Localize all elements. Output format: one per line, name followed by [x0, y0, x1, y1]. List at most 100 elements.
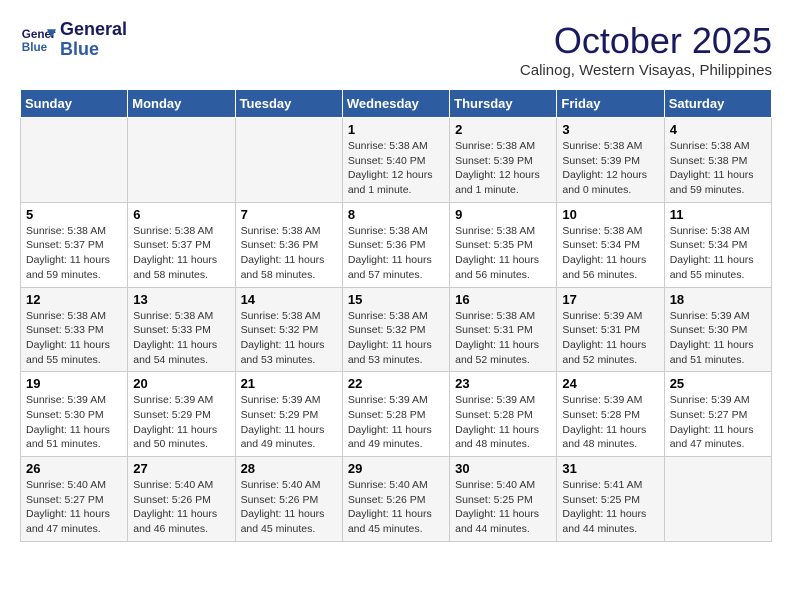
week-row-3: 12 Sunrise: 5:38 AM Sunset: 5:33 PM Dayli…: [21, 287, 772, 372]
day-number: 20: [133, 376, 229, 391]
weekday-header-monday: Monday: [128, 90, 235, 118]
calendar-cell: 1Sunrise: 5:38 AM Sunset: 5:40 PM Daylig…: [342, 118, 449, 203]
day-number: 15: [348, 292, 444, 307]
logo: General Blue General Blue: [20, 20, 127, 60]
day-info: Sunrise: 5:39 AM Sunset: 5:27 PM Dayligh…: [670, 393, 766, 452]
day-info: Sunrise: 5:38 AM Sunset: 5:32 PM Dayligh…: [241, 309, 337, 368]
day-info: Sunrise: 5:38 AM Sunset: 5:39 PM Dayligh…: [562, 139, 658, 198]
day-number: 22: [348, 376, 444, 391]
weekday-header-saturday: Saturday: [664, 90, 771, 118]
day-number: 21: [241, 376, 337, 391]
day-number: 8: [348, 207, 444, 222]
day-number: 25: [670, 376, 766, 391]
calendar-cell: 24 Sunrise: 5:39 AM Sunset: 5:28 PM Dayli…: [557, 372, 664, 457]
calendar-table: SundayMondayTuesdayWednesdayThursdayFrid…: [20, 89, 772, 542]
day-number: 19: [26, 376, 122, 391]
calendar-cell: 25 Sunrise: 5:39 AM Sunset: 5:27 PM Dayli…: [664, 372, 771, 457]
day-info: Sunrise: 5:40 AM Sunset: 5:25 PM Dayligh…: [455, 478, 551, 537]
logo-line1: General: [60, 19, 127, 39]
day-number: 23: [455, 376, 551, 391]
day-number: 5: [26, 207, 122, 222]
day-info: Sunrise: 5:40 AM Sunset: 5:26 PM Dayligh…: [241, 478, 337, 537]
calendar-cell: 9Sunrise: 5:38 AM Sunset: 5:35 PM Daylig…: [450, 202, 557, 287]
day-info: Sunrise: 5:38 AM Sunset: 5:37 PM Dayligh…: [133, 224, 229, 283]
weekday-header-sunday: Sunday: [21, 90, 128, 118]
day-number: 4: [670, 122, 766, 137]
day-info: Sunrise: 5:40 AM Sunset: 5:26 PM Dayligh…: [133, 478, 229, 537]
logo-text: General Blue: [60, 20, 127, 60]
calendar-cell: 27 Sunrise: 5:40 AM Sunset: 5:26 PM Dayli…: [128, 457, 235, 542]
day-number: 12: [26, 292, 122, 307]
calendar-cell: [235, 118, 342, 203]
week-row-1: 1Sunrise: 5:38 AM Sunset: 5:40 PM Daylig…: [21, 118, 772, 203]
title-area: October 2025 Calinog, Western Visayas, P…: [520, 20, 772, 79]
day-info: Sunrise: 5:38 AM Sunset: 5:36 PM Dayligh…: [241, 224, 337, 283]
calendar-cell: 16 Sunrise: 5:38 AM Sunset: 5:31 PM Dayli…: [450, 287, 557, 372]
calendar-cell: 2 Sunrise: 5:38 AM Sunset: 5:39 PM Daylig…: [450, 118, 557, 203]
logo-icon: General Blue: [20, 22, 56, 58]
header: General Blue General Blue October 2025 C…: [20, 20, 772, 79]
day-info: Sunrise: 5:39 AM Sunset: 5:28 PM Dayligh…: [455, 393, 551, 452]
weekday-header-tuesday: Tuesday: [235, 90, 342, 118]
day-info: Sunrise: 5:38 AM Sunset: 5:40 PM Dayligh…: [348, 139, 444, 198]
week-row-5: 26 Sunrise: 5:40 AM Sunset: 5:27 PM Dayli…: [21, 457, 772, 542]
day-info: Sunrise: 5:38 AM Sunset: 5:34 PM Dayligh…: [670, 224, 766, 283]
day-info: Sunrise: 5:39 AM Sunset: 5:28 PM Dayligh…: [348, 393, 444, 452]
day-number: 6: [133, 207, 229, 222]
day-number: 10: [562, 207, 658, 222]
day-info: Sunrise: 5:41 AM Sunset: 5:25 PM Dayligh…: [562, 478, 658, 537]
day-number: 27: [133, 461, 229, 476]
calendar-cell: 8Sunrise: 5:38 AM Sunset: 5:36 PM Daylig…: [342, 202, 449, 287]
day-info: Sunrise: 5:38 AM Sunset: 5:31 PM Dayligh…: [455, 309, 551, 368]
day-info: Sunrise: 5:39 AM Sunset: 5:29 PM Dayligh…: [241, 393, 337, 452]
day-info: Sunrise: 5:39 AM Sunset: 5:31 PM Dayligh…: [562, 309, 658, 368]
calendar-cell: 15Sunrise: 5:38 AM Sunset: 5:32 PM Dayli…: [342, 287, 449, 372]
day-number: 24: [562, 376, 658, 391]
day-number: 17: [562, 292, 658, 307]
calendar-cell: 28Sunrise: 5:40 AM Sunset: 5:26 PM Dayli…: [235, 457, 342, 542]
day-info: Sunrise: 5:38 AM Sunset: 5:34 PM Dayligh…: [562, 224, 658, 283]
calendar-cell: 21 Sunrise: 5:39 AM Sunset: 5:29 PM Dayli…: [235, 372, 342, 457]
calendar-cell: 7 Sunrise: 5:38 AM Sunset: 5:36 PM Daylig…: [235, 202, 342, 287]
svg-text:Blue: Blue: [22, 41, 48, 54]
day-number: 7: [241, 207, 337, 222]
calendar-cell: 30Sunrise: 5:40 AM Sunset: 5:25 PM Dayli…: [450, 457, 557, 542]
week-row-4: 19 Sunrise: 5:39 AM Sunset: 5:30 PM Dayli…: [21, 372, 772, 457]
calendar-cell: 4 Sunrise: 5:38 AM Sunset: 5:38 PM Daylig…: [664, 118, 771, 203]
calendar-cell: 6 Sunrise: 5:38 AM Sunset: 5:37 PM Daylig…: [128, 202, 235, 287]
day-number: 3: [562, 122, 658, 137]
calendar-cell: 18 Sunrise: 5:39 AM Sunset: 5:30 PM Dayli…: [664, 287, 771, 372]
logo-line2: Blue: [60, 39, 99, 59]
location-title: Calinog, Western Visayas, Philippines: [520, 62, 772, 79]
month-title: October 2025: [520, 20, 772, 62]
week-row-2: 5 Sunrise: 5:38 AM Sunset: 5:37 PM Daylig…: [21, 202, 772, 287]
day-info: Sunrise: 5:39 AM Sunset: 5:30 PM Dayligh…: [670, 309, 766, 368]
day-info: Sunrise: 5:38 AM Sunset: 5:39 PM Dayligh…: [455, 139, 551, 198]
day-info: Sunrise: 5:38 AM Sunset: 5:33 PM Dayligh…: [133, 309, 229, 368]
day-info: Sunrise: 5:40 AM Sunset: 5:26 PM Dayligh…: [348, 478, 444, 537]
calendar-cell: 17 Sunrise: 5:39 AM Sunset: 5:31 PM Dayli…: [557, 287, 664, 372]
calendar-cell: 5Sunrise: 5:38 AM Sunset: 5:37 PM Daylig…: [21, 202, 128, 287]
day-info: Sunrise: 5:38 AM Sunset: 5:35 PM Dayligh…: [455, 224, 551, 283]
day-number: 18: [670, 292, 766, 307]
day-number: 11: [670, 207, 766, 222]
day-number: 31: [562, 461, 658, 476]
day-info: Sunrise: 5:39 AM Sunset: 5:29 PM Dayligh…: [133, 393, 229, 452]
day-info: Sunrise: 5:39 AM Sunset: 5:28 PM Dayligh…: [562, 393, 658, 452]
day-info: Sunrise: 5:40 AM Sunset: 5:27 PM Dayligh…: [26, 478, 122, 537]
calendar-cell: [664, 457, 771, 542]
day-info: Sunrise: 5:38 AM Sunset: 5:38 PM Dayligh…: [670, 139, 766, 198]
day-number: 16: [455, 292, 551, 307]
calendar-cell: 3 Sunrise: 5:38 AM Sunset: 5:39 PM Daylig…: [557, 118, 664, 203]
day-number: 2: [455, 122, 551, 137]
day-number: 14: [241, 292, 337, 307]
day-number: 26: [26, 461, 122, 476]
weekday-header-wednesday: Wednesday: [342, 90, 449, 118]
calendar-cell: 23 Sunrise: 5:39 AM Sunset: 5:28 PM Dayli…: [450, 372, 557, 457]
calendar-cell: 22 Sunrise: 5:39 AM Sunset: 5:28 PM Dayli…: [342, 372, 449, 457]
day-number: 29: [348, 461, 444, 476]
calendar-cell: 11 Sunrise: 5:38 AM Sunset: 5:34 PM Dayli…: [664, 202, 771, 287]
calendar-cell: 10 Sunrise: 5:38 AM Sunset: 5:34 PM Dayli…: [557, 202, 664, 287]
calendar-cell: 14 Sunrise: 5:38 AM Sunset: 5:32 PM Dayli…: [235, 287, 342, 372]
day-info: Sunrise: 5:39 AM Sunset: 5:30 PM Dayligh…: [26, 393, 122, 452]
